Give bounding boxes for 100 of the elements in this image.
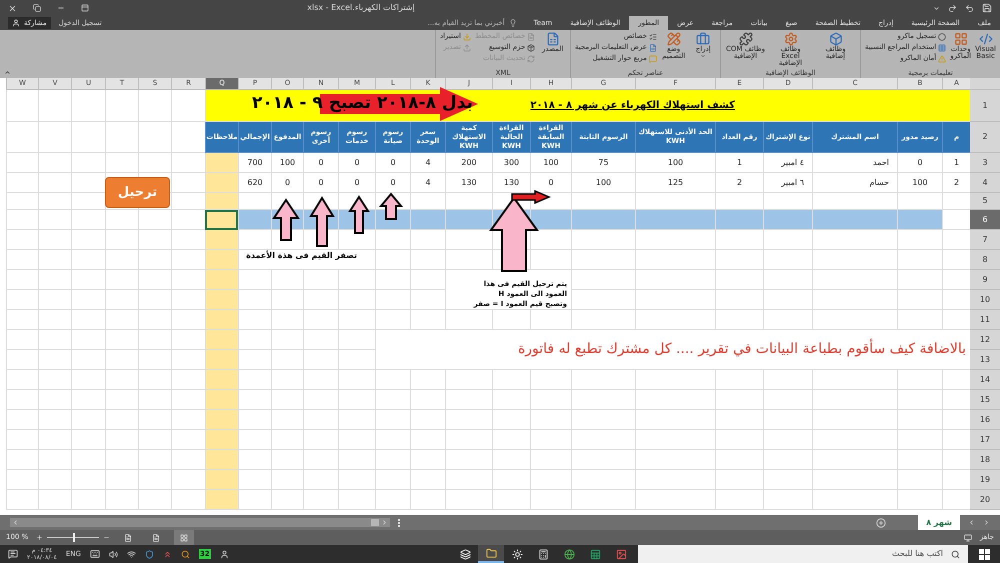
people-icon[interactable] bbox=[220, 550, 229, 558]
notification-icon[interactable] bbox=[8, 549, 18, 559]
up-arrow bbox=[272, 198, 300, 241]
table-cell bbox=[171, 122, 205, 153]
ribbon-display-icon[interactable] bbox=[81, 4, 89, 12]
table-cell bbox=[410, 290, 445, 310]
table-cell bbox=[6, 390, 38, 410]
row-number[interactable]: 18 bbox=[970, 450, 1000, 470]
restore-icon[interactable] bbox=[33, 4, 41, 12]
row-number[interactable]: 11 bbox=[970, 310, 1000, 330]
table-cell bbox=[38, 122, 71, 153]
row-number[interactable]: 6 bbox=[970, 210, 1000, 230]
slider-thumb[interactable] bbox=[73, 533, 76, 542]
caret-icon bbox=[700, 53, 706, 59]
row-number[interactable]: 20 bbox=[970, 490, 1000, 510]
task-view-icon bbox=[460, 548, 470, 560]
network-icon[interactable] bbox=[126, 550, 136, 558]
table-cell: 75 bbox=[571, 153, 635, 173]
row-number[interactable]: 14 bbox=[970, 370, 1000, 390]
row-number[interactable]: 5 bbox=[970, 193, 1000, 210]
table-cell: حسام bbox=[812, 173, 897, 193]
table-cell bbox=[71, 450, 105, 470]
magnifier-icon[interactable] bbox=[180, 550, 190, 558]
row-number[interactable]: 1 bbox=[970, 90, 1000, 122]
row-number[interactable]: 3 bbox=[970, 153, 1000, 173]
table-cell bbox=[492, 430, 530, 450]
table-cell bbox=[105, 90, 138, 122]
scroll-thumb[interactable] bbox=[371, 519, 379, 526]
table-cell bbox=[571, 410, 635, 430]
table-cell bbox=[530, 470, 571, 490]
row-number[interactable]: 9 bbox=[970, 270, 1000, 290]
table-cell bbox=[942, 310, 970, 330]
table-cell bbox=[71, 470, 105, 490]
table-cell bbox=[445, 430, 492, 450]
toolbox-icon bbox=[696, 32, 710, 46]
row-number[interactable]: 2 bbox=[970, 122, 1000, 153]
table-cell bbox=[6, 350, 38, 370]
customize-icon[interactable] bbox=[932, 4, 940, 12]
table-cell: 0 bbox=[338, 153, 375, 173]
collapse-icon[interactable] bbox=[4, 69, 11, 76]
windows-logo-icon[interactable] bbox=[978, 548, 990, 560]
row-number[interactable]: 7 bbox=[970, 230, 1000, 250]
horizontal-scrollbar[interactable] bbox=[10, 518, 390, 527]
table-cell bbox=[571, 250, 635, 270]
row-number[interactable]: 19 bbox=[970, 470, 1000, 490]
row-number[interactable]: 10 bbox=[970, 290, 1000, 310]
page-icon bbox=[152, 534, 160, 542]
row-number[interactable]: 16 bbox=[970, 410, 1000, 430]
table-cell bbox=[303, 310, 338, 330]
table-cell bbox=[205, 173, 238, 193]
table-cell bbox=[303, 330, 338, 350]
shield-icon[interactable] bbox=[144, 550, 154, 558]
zoom-out-icon[interactable] bbox=[103, 534, 110, 541]
table-cell bbox=[375, 470, 410, 490]
sheet-title: كشف استهلاك الكهرباء عن شهر ٨ - ٢٠١٨ bbox=[530, 99, 735, 113]
table-cell bbox=[942, 290, 970, 310]
table-cell bbox=[303, 470, 338, 490]
table-cell bbox=[942, 450, 970, 470]
next-sheet-icon[interactable] bbox=[983, 519, 990, 526]
speaker-icon[interactable] bbox=[108, 550, 118, 558]
table-cell bbox=[171, 210, 205, 230]
search-field[interactable]: اكتب هنا للبحث bbox=[638, 545, 968, 563]
table-cell bbox=[271, 390, 303, 410]
table-cell bbox=[303, 450, 338, 470]
table-cell bbox=[410, 430, 445, 450]
macro-status-icon bbox=[964, 534, 972, 542]
table-cell bbox=[763, 270, 812, 290]
page-icon bbox=[124, 534, 132, 542]
row-number[interactable]: 12 bbox=[970, 330, 1000, 350]
table-cell bbox=[375, 270, 410, 290]
table-cell bbox=[763, 310, 812, 330]
row-number[interactable]: 13 bbox=[970, 350, 1000, 370]
view-button[interactable] bbox=[174, 530, 194, 545]
sheet-tab[interactable]: شهر ٨ bbox=[918, 515, 960, 530]
table-cell bbox=[271, 270, 303, 290]
table-cell bbox=[138, 370, 171, 390]
row-number[interactable]: 15 bbox=[970, 390, 1000, 410]
table-cell bbox=[6, 270, 38, 290]
table-cell: ٦ امبير bbox=[763, 173, 812, 193]
row-number[interactable]: 8 bbox=[970, 250, 1000, 270]
package-icon bbox=[527, 44, 536, 52]
table-cell bbox=[410, 270, 445, 290]
undo-icon[interactable] bbox=[964, 4, 974, 12]
redo-icon[interactable] bbox=[948, 4, 957, 12]
table-cell bbox=[715, 470, 763, 490]
keyboard-icon[interactable] bbox=[90, 549, 100, 559]
row-number[interactable]: 4 bbox=[970, 173, 1000, 193]
table-cell bbox=[492, 370, 530, 390]
table-cell bbox=[271, 330, 303, 350]
table-cell: 125 bbox=[635, 173, 715, 193]
table-cell bbox=[71, 350, 105, 370]
add-sheet-icon[interactable] bbox=[876, 518, 886, 528]
save-icon[interactable] bbox=[982, 3, 992, 13]
table-cell bbox=[303, 270, 338, 290]
table-cell bbox=[6, 210, 38, 230]
tray-icon[interactable] bbox=[162, 550, 172, 558]
row-number[interactable]: 17 bbox=[970, 430, 1000, 450]
close-icon[interactable] bbox=[8, 4, 17, 12]
previous-sheet-icon[interactable] bbox=[968, 519, 975, 526]
zoom-in-icon[interactable] bbox=[36, 534, 44, 541]
